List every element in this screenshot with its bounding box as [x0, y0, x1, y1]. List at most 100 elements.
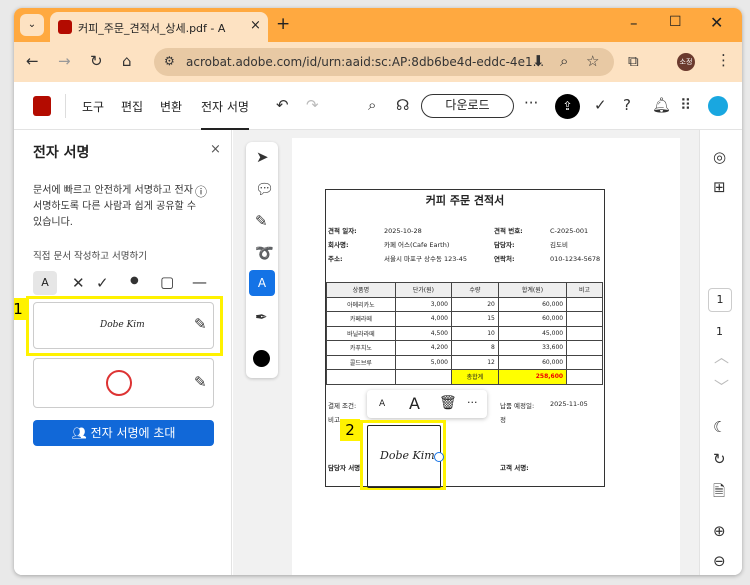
- tab-search-button[interactable]: ⌄: [20, 14, 44, 36]
- chevron-down-icon[interactable]: ﹀: [714, 380, 729, 395]
- acrobat-toolbar: 도구 편집 변환 전자 서명 ↶ ↷ ⌕ ☊ 다운로드 ··· ⇪ ✓ ? 🔔︎…: [14, 82, 742, 130]
- url-field[interactable]: ⚙ acrobat.adobe.com/id/urn:aaid:sc:AP:8d…: [154, 48, 614, 76]
- edit-signature-icon[interactable]: ✎: [194, 317, 207, 332]
- close-window-button[interactable]: ✕: [710, 13, 723, 32]
- dot-tool[interactable]: ●: [130, 276, 139, 286]
- highlighter-icon[interactable]: ✎: [255, 214, 268, 229]
- bookmark-star-icon[interactable]: ☆: [586, 54, 599, 69]
- redo-icon[interactable]: ↷: [306, 98, 319, 113]
- active-tab[interactable]: 커피_주문_견적서_상세.pdf - A ×: [50, 12, 268, 42]
- home-icon[interactable]: ⌂: [122, 54, 132, 69]
- saved-signature[interactable]: Dobe Kim ✎: [33, 302, 214, 349]
- table-row: 콜드브루 5,000 12 60,000: [326, 354, 603, 370]
- bell-icon[interactable]: 🔔︎: [652, 98, 671, 113]
- page-extract-icon[interactable]: 🗎︎: [713, 484, 725, 499]
- tab-title: 커피_주문_견적서_상세.pdf - A: [78, 22, 226, 35]
- note-label: 비고: [328, 416, 340, 424]
- saved-stamp[interactable]: ✎: [33, 358, 214, 408]
- tab-close-icon[interactable]: ×: [250, 18, 261, 33]
- zoom-icon[interactable]: ⌕: [560, 54, 568, 69]
- placed-signature[interactable]: Dobe Kim: [367, 425, 444, 488]
- comment-icon[interactable]: 💬︎: [255, 182, 274, 197]
- panel-description: 문서에 빠르고 안전하게 서명하고 전자 서명하도록 다른 사람과 쉽게 공유할…: [33, 185, 197, 228]
- page-total: 1: [716, 325, 723, 338]
- zoom-out-icon[interactable]: ⊖: [713, 554, 726, 569]
- menu-edit[interactable]: 편집: [121, 98, 143, 115]
- extensions-icon[interactable]: ⧉: [628, 54, 639, 69]
- staff-sign-label: 담당자 서명:: [328, 464, 363, 472]
- rectangle-tool[interactable]: ▢: [160, 275, 174, 290]
- menu-convert[interactable]: 변환: [160, 98, 182, 115]
- menu-tools[interactable]: 도구: [82, 98, 104, 115]
- trash-icon[interactable]: 🗑︎: [439, 395, 457, 411]
- invite-e-sign-button[interactable]: 👥︎ 전자 서명에 초대: [33, 420, 214, 446]
- total-row: 총합계 258,600: [326, 369, 603, 385]
- pdf-icon: [58, 20, 72, 34]
- note-text: 정: [500, 416, 506, 424]
- invite-people-icon: 👥︎: [71, 426, 91, 440]
- table-row: 카페라떼 4,000 15 60,000: [326, 311, 603, 327]
- rotate-icon[interactable]: ↻: [713, 452, 726, 467]
- menu-e-sign[interactable]: 전자 서명: [201, 98, 249, 130]
- profile-avatar[interactable]: 소정: [677, 53, 695, 71]
- acrobat-logo-icon[interactable]: [33, 96, 51, 116]
- browser-window: ⌄ 커피_주문_견적서_상세.pdf - A × + – ☐ ✕ ← → ↻ ⌂…: [14, 8, 742, 575]
- tool-strip: ➤ 💬︎ ✎ ➰ A ✒: [246, 142, 278, 378]
- browser-menu-icon[interactable]: ⋮: [716, 53, 731, 68]
- headphones-icon[interactable]: ☊: [396, 98, 409, 113]
- edit-stamp-icon[interactable]: ✎: [194, 375, 207, 390]
- select-pointer-icon[interactable]: ➤: [256, 150, 269, 165]
- share-icon[interactable]: ⇪: [555, 94, 580, 119]
- customer-sign-label: 고객 서명:: [500, 464, 529, 472]
- address-bar-row: ← → ↻ ⌂ ⚙ acrobat.adobe.com/id/urn:aaid:…: [14, 42, 742, 82]
- thumbnails-icon[interactable]: ⊞: [713, 180, 726, 195]
- site-info-icon[interactable]: ⚙: [164, 55, 175, 67]
- download-button[interactable]: 다운로드: [421, 94, 514, 118]
- minimize-button[interactable]: –: [630, 14, 638, 32]
- seal-stamp-icon: [106, 370, 132, 396]
- section-label: 직접 문서 작성하고 서명하기: [33, 251, 147, 262]
- chevron-up-icon[interactable]: ︿: [714, 350, 729, 365]
- invite-label: 전자 서명에 초대: [90, 426, 176, 440]
- apps-grid-icon[interactable]: ⠿: [680, 98, 691, 113]
- decrease-size-button[interactable]: A: [379, 399, 385, 409]
- search-icon[interactable]: ⌕: [368, 98, 376, 113]
- comments-panel-icon[interactable]: ◎: [713, 150, 726, 165]
- zoom-in-icon[interactable]: ⊕: [713, 524, 726, 539]
- forward-icon[interactable]: →: [58, 54, 71, 69]
- delivery-label: 납품 예정일:: [500, 402, 535, 410]
- color-picker[interactable]: [253, 350, 270, 367]
- new-tab-button[interactable]: +: [276, 14, 290, 34]
- draw-lasso-icon[interactable]: ➰: [255, 246, 274, 261]
- popup-more-button[interactable]: ···: [467, 396, 478, 409]
- signature-popup-toolbar: A A 🗑︎ ···: [367, 390, 487, 418]
- e-sign-panel: 전자 서명 × 문서에 빠르고 안전하게 서명하고 전자 서명하도록 다른 사람…: [14, 130, 232, 575]
- more-icon[interactable]: ···: [524, 96, 538, 111]
- doc-title: 커피 주문 견적서: [425, 194, 505, 207]
- maximize-button[interactable]: ☐: [669, 14, 682, 30]
- check-mark-tool[interactable]: ✓: [96, 276, 109, 291]
- annotation-badge-2: 2: [340, 419, 360, 441]
- signature-text: Dobe Kim: [380, 449, 435, 462]
- checkmark-circle-icon[interactable]: ✓: [594, 98, 607, 113]
- document-area: ➤ 💬︎ ✎ ➰ A ✒ 커피 주문 견적서 견적 일자: 2025-10-28 견…: [233, 130, 705, 575]
- help-icon[interactable]: ?: [623, 98, 631, 113]
- back-icon[interactable]: ←: [26, 54, 39, 69]
- increase-size-button[interactable]: A: [409, 394, 420, 413]
- panel-title: 전자 서명: [33, 145, 90, 161]
- panel-close-icon[interactable]: ×: [210, 142, 221, 157]
- user-avatar[interactable]: [708, 96, 728, 116]
- info-icon[interactable]: ⓘ: [195, 183, 207, 200]
- cross-mark-tool[interactable]: ✕: [72, 276, 85, 291]
- tab-bar: ⌄ 커피_주문_견적서_상세.pdf - A × + – ☐ ✕: [14, 8, 742, 42]
- page-number-input[interactable]: 1: [708, 288, 732, 312]
- line-tool[interactable]: —: [192, 275, 207, 290]
- sign-pen-icon[interactable]: ✒: [255, 310, 268, 325]
- night-mode-icon[interactable]: ☾: [713, 420, 726, 435]
- install-app-icon[interactable]: ⬇: [532, 54, 545, 69]
- resize-handle[interactable]: [434, 452, 444, 462]
- reload-icon[interactable]: ↻: [90, 54, 103, 69]
- text-field-tool[interactable]: A: [33, 271, 57, 295]
- add-text-tool[interactable]: A: [249, 270, 275, 296]
- undo-icon[interactable]: ↶: [276, 98, 289, 113]
